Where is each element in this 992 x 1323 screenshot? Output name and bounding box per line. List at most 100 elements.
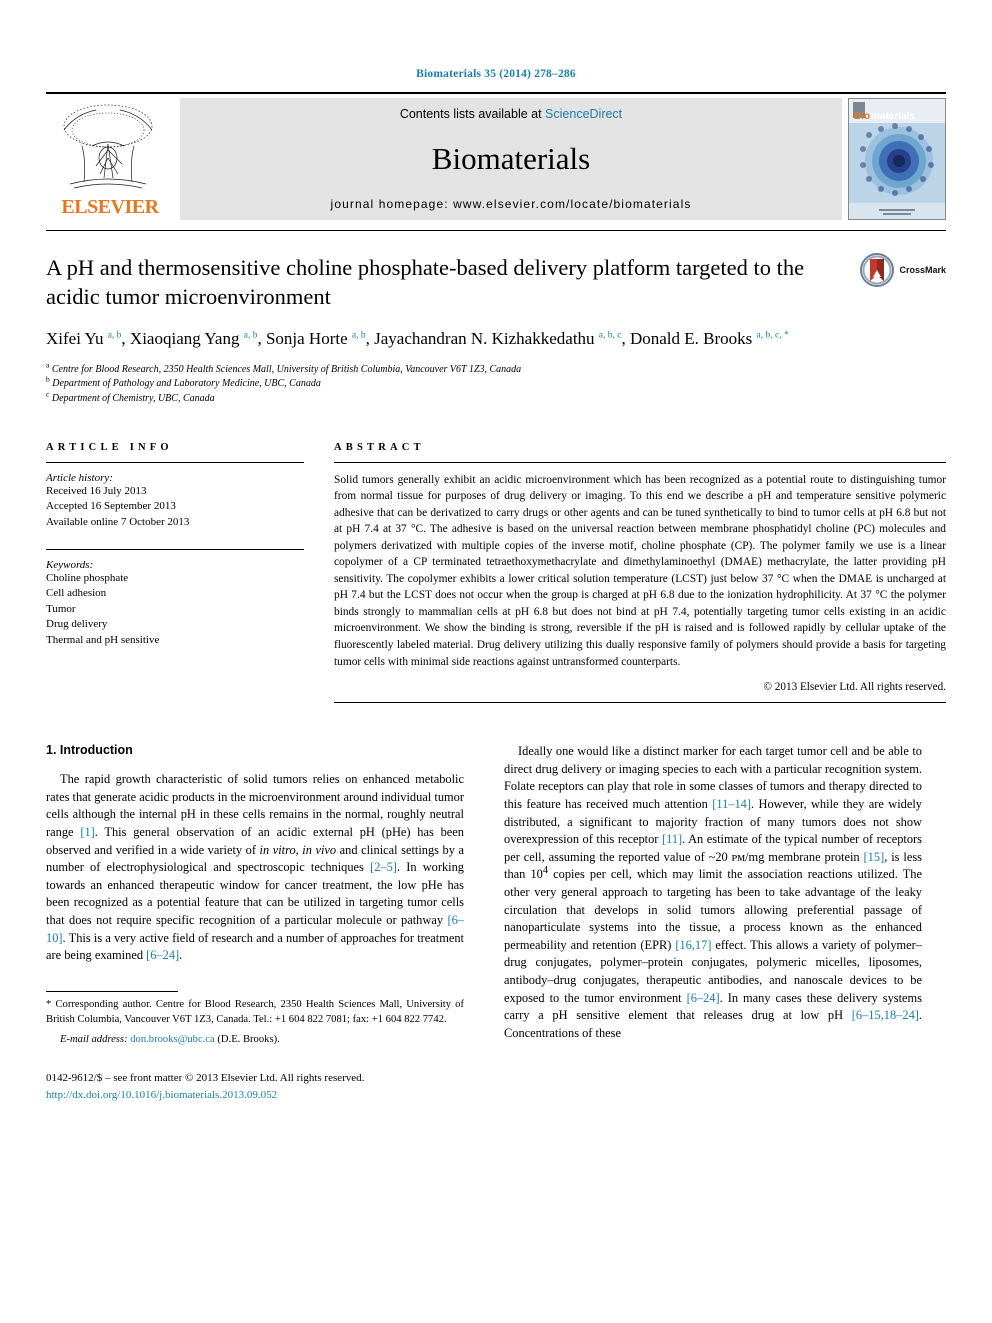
author-sep: ,	[621, 328, 630, 348]
history-accepted: Accepted 16 September 2013	[46, 500, 176, 513]
article-info-column: ARTICLE INFO Article history: Received 1…	[46, 442, 304, 703]
body-column-right: Ideally one would like a distinct marker…	[504, 743, 922, 1103]
keyword-item: Choline phosphate	[46, 571, 129, 584]
citation-link[interactable]: [2–5]	[370, 860, 397, 874]
title-block: A pH and thermosensitive choline phospha…	[46, 253, 946, 406]
article-page: Biomaterials 35 (2014) 278–286 ELSEVIER	[0, 0, 992, 1323]
email-footnote: E-mail address: don.brooks@ubc.ca (D.E. …	[46, 1033, 464, 1048]
crossmark-badge[interactable]: CrossMark	[860, 253, 946, 287]
author-affil-marker[interactable]: a, b, c, *	[757, 330, 789, 340]
sciencedirect-link[interactable]: ScienceDirect	[545, 107, 622, 121]
keyword-item: Thermal and pH sensitive	[46, 633, 160, 646]
intro-text: .	[179, 948, 183, 963]
article-info-rule	[46, 461, 304, 463]
publisher-footer: 0142-9612/$ – see front matter © 2013 El…	[46, 1070, 464, 1103]
running-head: Biomaterials 35 (2014) 278–286	[416, 68, 576, 80]
keyword-item: Drug delivery	[46, 618, 108, 631]
journal-cover-thumbnail[interactable]: Bio materials	[848, 98, 946, 220]
citation-link[interactable]: [6–24]	[687, 991, 720, 1005]
abstract-heading: ABSTRACT	[334, 441, 425, 453]
author-sep: ,	[365, 328, 375, 348]
citation-link[interactable]: [11–14]	[712, 797, 751, 811]
keywords-rule	[46, 548, 304, 550]
affiliation-marker: a	[46, 360, 50, 370]
abstract-bottom-rule	[334, 702, 946, 704]
info-abstract-block: ARTICLE INFO Article history: Received 1…	[46, 441, 947, 704]
author-entry: Xifei Yu a, b,	[46, 329, 130, 348]
affiliation-item: a Centre for Blood Research, 2350 Health…	[46, 360, 946, 377]
doi-link[interactable]: http://dx.doi.org/10.1016/j.biomaterials…	[46, 1089, 277, 1101]
author-list: Xifei Yu a, b, Xiaoqiang Yang a, b, Sonj…	[46, 327, 876, 352]
article-history-label: Article history:	[46, 471, 113, 484]
masthead-bottom-rule	[46, 230, 946, 231]
crossmark-icon	[860, 253, 895, 287]
keywords-group: Keywords: Choline phosphate Cell adhesio…	[46, 548, 304, 649]
email-label: E-mail address:	[60, 1034, 128, 1046]
keyword-item: Cell adhesion	[46, 587, 107, 600]
author-entry: Xiaoqiang Yang a, b,	[130, 329, 266, 348]
citation-link[interactable]: [11]	[662, 832, 682, 846]
svg-text:Bio: Bio	[854, 111, 870, 122]
affiliation-item: c Department of Chemistry, UBC, Canada	[46, 390, 946, 406]
email-link[interactable]: don.brooks@ubc.ca	[130, 1034, 214, 1045]
contents-available-line: Contents lists available at ScienceDirec…	[400, 107, 622, 121]
svg-text:materials: materials	[871, 111, 915, 122]
issn-line: 0142-9612/$ – see front matter © 2013 El…	[46, 1072, 365, 1085]
author-affil-marker[interactable]: a, b	[108, 330, 122, 340]
author-name: Sonja Horte	[265, 328, 348, 348]
citation-link[interactable]: [15]	[864, 850, 885, 864]
abstract-copyright: © 2013 Elsevier Ltd. All rights reserved…	[763, 681, 947, 694]
author-affil-marker[interactable]: a, b, c	[599, 330, 622, 340]
affiliation-list: a Centre for Blood Research, 2350 Health…	[46, 360, 946, 406]
author-name: Donald E. Brooks	[629, 328, 753, 348]
corresponding-author-footnote: * Corresponding author. Centre for Blood…	[46, 998, 464, 1028]
citation-link[interactable]: [6–15,18–24]	[852, 1008, 919, 1022]
crossmark-label: CrossMark	[899, 265, 946, 275]
author-name: Xifei Yu	[46, 328, 104, 348]
cover-art: Bio materials	[849, 99, 945, 219]
author-affil-marker[interactable]: a, b	[352, 330, 366, 340]
history-received: Received 16 July 2013	[46, 484, 147, 497]
footnote-rule	[46, 990, 178, 992]
elsevier-logo[interactable]: ELSEVIER	[46, 98, 174, 220]
intro-text: . This is a very active field of researc…	[46, 930, 464, 963]
masthead-top-rule	[46, 92, 946, 94]
intro-paragraph-left: The rapid growth characteristic of solid…	[46, 771, 464, 965]
journal-homepage[interactable]: journal homepage: www.elsevier.com/locat…	[331, 197, 692, 211]
author-affil-marker[interactable]: a, b	[244, 330, 258, 340]
author-sep: ,	[121, 328, 130, 348]
body-column-left: 1. Introduction The rapid growth charact…	[46, 743, 464, 1103]
affiliation-item: b Department of Pathology and Laboratory…	[46, 375, 946, 391]
author-name: Jayachandran N. Kizhakkedathu	[374, 328, 595, 348]
intro-italic: in vitro, in vivo	[259, 842, 337, 857]
intro-paragraph-right: Ideally one would like a distinct marker…	[504, 743, 922, 1042]
affiliation-text: Department of Pathology and Laboratory M…	[52, 378, 321, 390]
footnote-text: Corresponding author. Centre for Blood R…	[46, 998, 464, 1025]
citation-link[interactable]: [16,17]	[675, 938, 711, 952]
author-sep: ,	[257, 328, 266, 348]
abstract-text: Solid tumors generally exhibit an acidic…	[334, 473, 946, 668]
author-entry: Donald E. Brooks a, b, c, *	[630, 329, 789, 348]
page-title: A pH and thermosensitive choline phospha…	[46, 255, 805, 310]
author-entry: Sonja Horte a, b,	[266, 329, 374, 348]
abstract-top-rule	[334, 461, 946, 463]
author-name: Xiaoqiang Yang	[129, 328, 240, 348]
citation-link[interactable]: [6–24]	[146, 948, 179, 962]
affiliation-text: Centre for Blood Research, 2350 Health S…	[51, 364, 522, 376]
journal-title: Biomaterials	[431, 141, 591, 176]
affiliation-text: Department of Chemistry, UBC, Canada	[51, 392, 215, 404]
keywords-label: Keywords:	[46, 558, 94, 571]
abstract-column: ABSTRACT Solid tumors generally exhibit …	[334, 441, 947, 704]
email-suffix: (D.E. Brooks).	[214, 1034, 280, 1046]
contents-prefix: Contents lists available at	[399, 107, 546, 121]
affiliation-marker: b	[46, 375, 50, 384]
masthead-center: Contents lists available at ScienceDirec…	[180, 98, 842, 220]
keyword-item: Tumor	[46, 602, 76, 615]
author-entry: Jayachandran N. Kizhakkedathu a, b, c,	[374, 329, 630, 348]
body-columns: 1. Introduction The rapid growth charact…	[46, 743, 946, 1103]
history-online: Available online 7 October 2013	[46, 515, 190, 528]
elsevier-wordmark: ELSEVIER	[61, 196, 159, 218]
citation-link[interactable]: [1]	[80, 825, 94, 839]
elsevier-tree-icon	[63, 104, 153, 189]
section-heading-introduction: 1. Introduction	[46, 743, 133, 758]
